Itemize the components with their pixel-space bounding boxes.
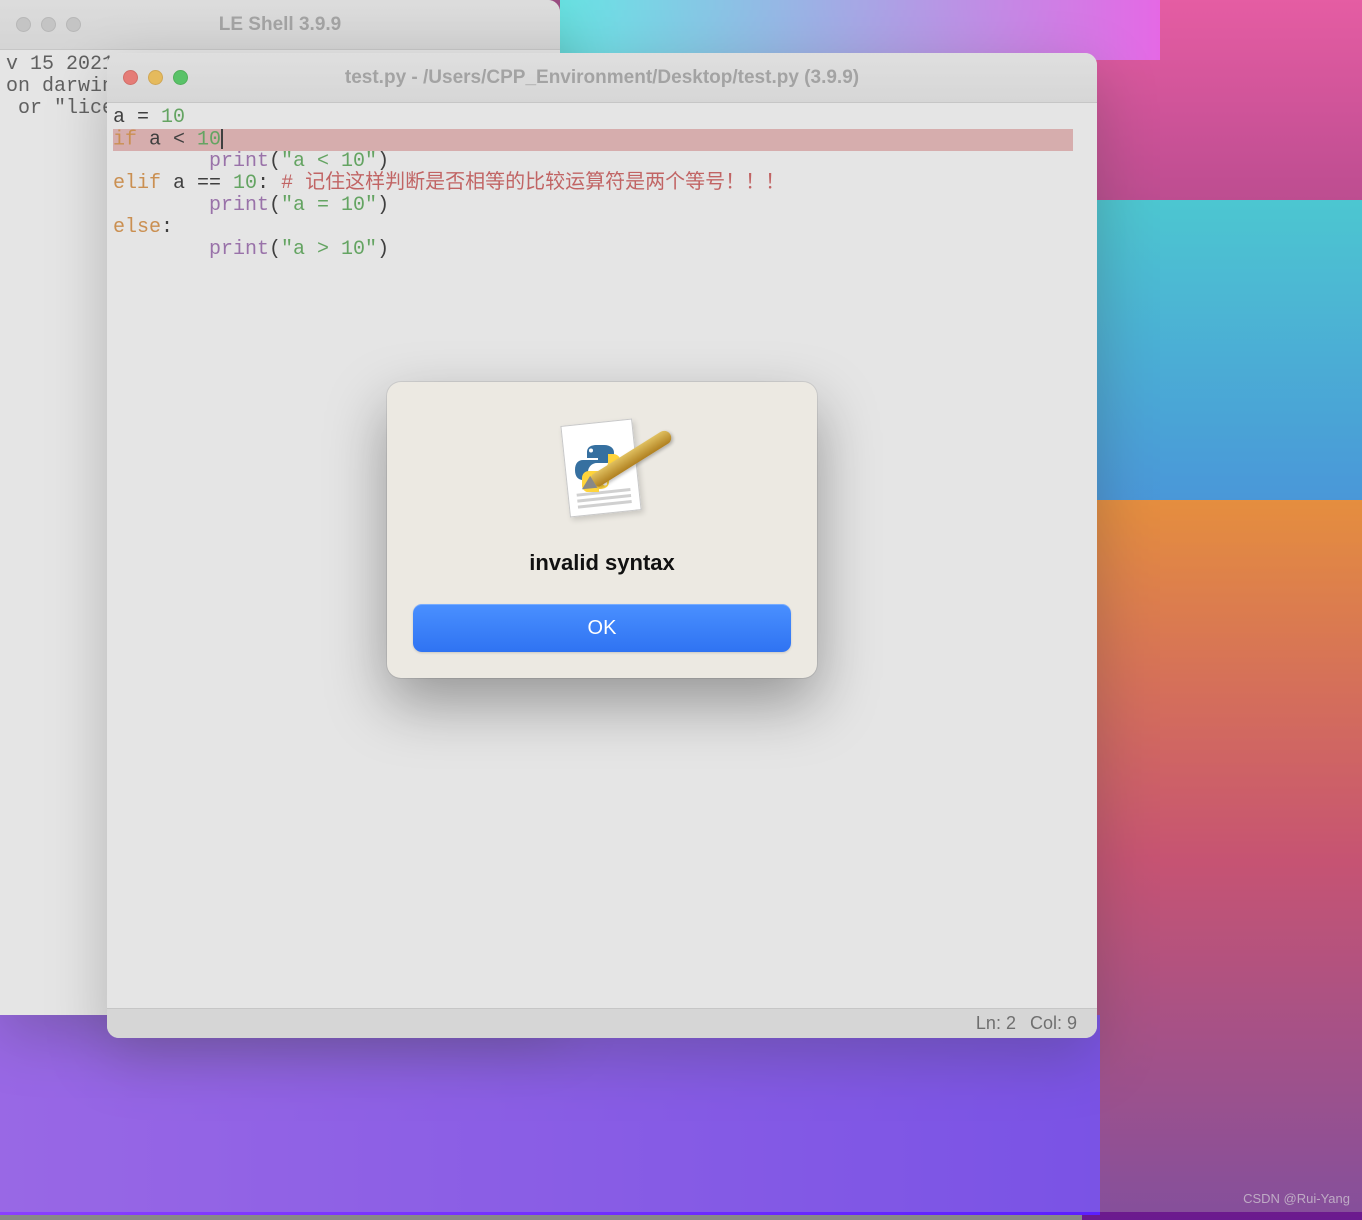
ok-button[interactable]: OK — [413, 604, 791, 652]
idle-document-pen-icon — [547, 416, 657, 526]
status-col: Col: 9 — [1030, 1013, 1077, 1034]
editor-statusbar: Ln: 2 Col: 9 — [107, 1008, 1097, 1038]
error-dialog: invalid syntax OK — [387, 382, 817, 678]
text-cursor — [221, 129, 223, 149]
close-icon[interactable] — [16, 17, 31, 32]
editor-title: test.py - /Users/CPP_Environment/Desktop… — [107, 67, 1097, 89]
editor-titlebar[interactable]: test.py - /Users/CPP_Environment/Desktop… — [107, 53, 1097, 103]
dialog-message: invalid syntax — [529, 550, 675, 576]
zoom-icon[interactable] — [66, 17, 81, 32]
watermark: CSDN @Rui-Yang — [1243, 1191, 1350, 1206]
zoom-icon[interactable] — [173, 70, 188, 85]
syntax-error-highlight: if a < 10 — [113, 129, 1073, 151]
close-icon[interactable] — [123, 70, 138, 85]
shell-titlebar[interactable]: LE Shell 3.9.9 — [0, 0, 560, 50]
status-line: Ln: 2 — [976, 1013, 1016, 1034]
minimize-icon[interactable] — [41, 17, 56, 32]
minimize-icon[interactable] — [148, 70, 163, 85]
shell-title: LE Shell 3.9.9 — [0, 14, 560, 36]
